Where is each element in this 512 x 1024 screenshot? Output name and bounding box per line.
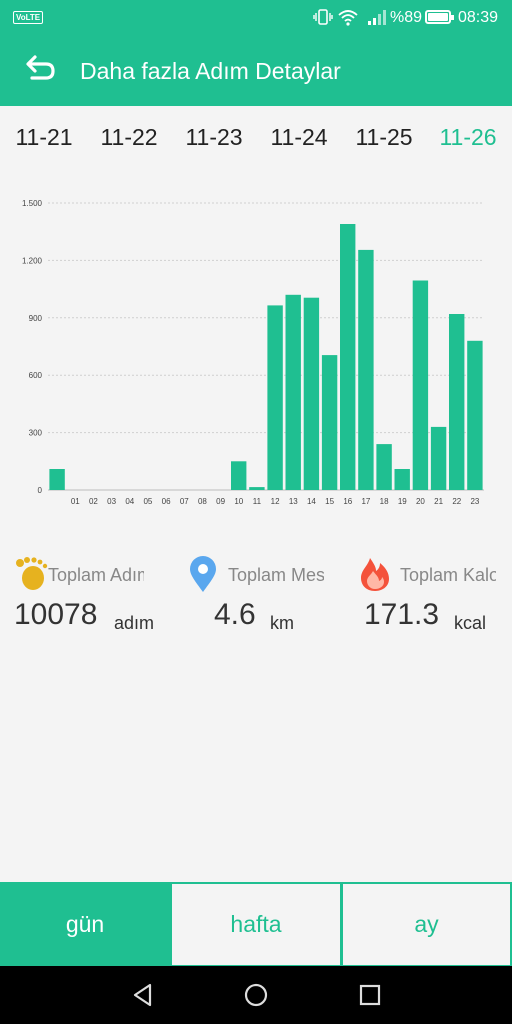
x-tick-label: 04 — [125, 497, 134, 506]
summary-stats: Toplam Adım 10078 adım Toplam Mesafe 4.6… — [0, 550, 512, 650]
vibrate-icon — [313, 9, 333, 25]
stat-unit: adım — [114, 613, 155, 633]
volte-indicator: VoLTE — [13, 11, 44, 24]
bar-11 — [249, 487, 265, 490]
y-tick-label: 0 — [38, 486, 43, 495]
date-item-selected[interactable]: 11-26 — [432, 124, 504, 151]
status-bar: VoLTE %89 08:39 — [0, 0, 512, 34]
x-tick-label: 20 — [416, 497, 425, 506]
bar-22 — [449, 314, 465, 490]
bar-18 — [376, 444, 392, 490]
tab-week[interactable]: hafta — [172, 884, 340, 965]
back-arrow-icon — [26, 55, 55, 80]
app-bar: Daha fazla Adım Detaylar — [0, 34, 512, 106]
x-tick-label: 22 — [452, 497, 461, 506]
x-tick-label: 10 — [234, 497, 243, 506]
y-tick-label: 1.200 — [22, 256, 43, 265]
x-tick-label: 11 — [253, 497, 262, 506]
date-selector: 11-21 11-22 11-23 11-24 11-25 11-26 — [0, 124, 512, 160]
x-tick-label: 16 — [343, 497, 352, 506]
stat-value: 4.6 — [214, 598, 256, 631]
y-tick-label: 300 — [29, 429, 43, 438]
bar-23 — [467, 340, 483, 490]
stat-unit: kcal — [454, 613, 487, 633]
x-tick-label: 13 — [289, 497, 298, 506]
system-nav-bar — [0, 966, 512, 1024]
tab-day[interactable]: gün — [0, 884, 170, 965]
bar-12 — [267, 305, 283, 490]
stat-unit: km — [270, 613, 294, 633]
y-tick-label: 600 — [29, 371, 43, 380]
period-tabs: gün hafta ay — [0, 882, 512, 966]
nav-recents-icon[interactable] — [357, 982, 383, 1008]
x-tick-label: 06 — [162, 497, 171, 506]
bar-16 — [340, 224, 356, 490]
x-tick-label: 02 — [89, 497, 98, 506]
x-tick-label: 08 — [198, 497, 207, 506]
bar-13 — [285, 294, 301, 490]
stat-label: Toplam Kalori — [400, 565, 496, 585]
x-tick-label: 01 — [71, 497, 80, 506]
date-item[interactable]: 11-22 — [93, 124, 165, 151]
x-tick-label: 15 — [325, 497, 334, 506]
x-tick-label: 05 — [143, 497, 152, 506]
location-pin-icon — [190, 556, 216, 592]
battery-percent: %89 — [390, 9, 423, 26]
x-tick-label: 03 — [107, 497, 116, 506]
x-tick-label: 14 — [307, 497, 316, 506]
signal-icon — [368, 10, 386, 25]
page-title: Daha fazla Adım Detaylar — [80, 58, 341, 84]
bar-21 — [430, 426, 447, 490]
bar-00 — [49, 469, 65, 490]
bar-14 — [303, 297, 320, 490]
flame-icon — [361, 558, 389, 591]
x-tick-label: 17 — [361, 497, 370, 506]
y-tick-label: 1.500 — [22, 199, 43, 208]
date-item[interactable]: 11-23 — [178, 124, 250, 151]
nav-back-icon[interactable] — [130, 982, 156, 1008]
nav-home-icon[interactable] — [243, 982, 269, 1008]
bar-15 — [321, 355, 338, 490]
x-tick-label: 12 — [271, 497, 280, 506]
tab-month[interactable]: ay — [343, 884, 510, 965]
status-clock: 08:39 — [458, 9, 499, 26]
x-tick-label: 18 — [380, 497, 389, 506]
back-button[interactable] — [20, 52, 60, 88]
x-tick-label: 19 — [398, 497, 407, 506]
bar-19 — [394, 469, 410, 490]
date-item[interactable]: 11-24 — [263, 124, 335, 151]
x-tick-label: 23 — [470, 497, 479, 506]
date-item[interactable]: 11-21 — [8, 124, 80, 151]
x-tick-label: 21 — [434, 497, 443, 506]
bar-10 — [231, 461, 247, 490]
bar-20 — [412, 280, 429, 490]
stat-value: 171.3 — [364, 598, 440, 631]
stat-label: Toplam Adım — [48, 565, 144, 585]
footprint-icon — [16, 557, 48, 590]
battery-icon — [425, 10, 454, 24]
y-tick-label: 900 — [29, 314, 43, 323]
date-item[interactable]: 11-25 — [348, 124, 420, 151]
stat-label: Toplam Mesafe — [228, 565, 324, 585]
x-tick-label: 09 — [216, 497, 225, 506]
stat-value: 10078 — [14, 598, 98, 631]
x-tick-label: 07 — [180, 497, 189, 506]
bar-17 — [358, 249, 374, 490]
wifi-icon — [338, 10, 358, 26]
hourly-steps-chart: 0 300 600 900 1.200 1.500 01 02 03 04 05 06 07 08 09 10… — [22, 199, 484, 506]
